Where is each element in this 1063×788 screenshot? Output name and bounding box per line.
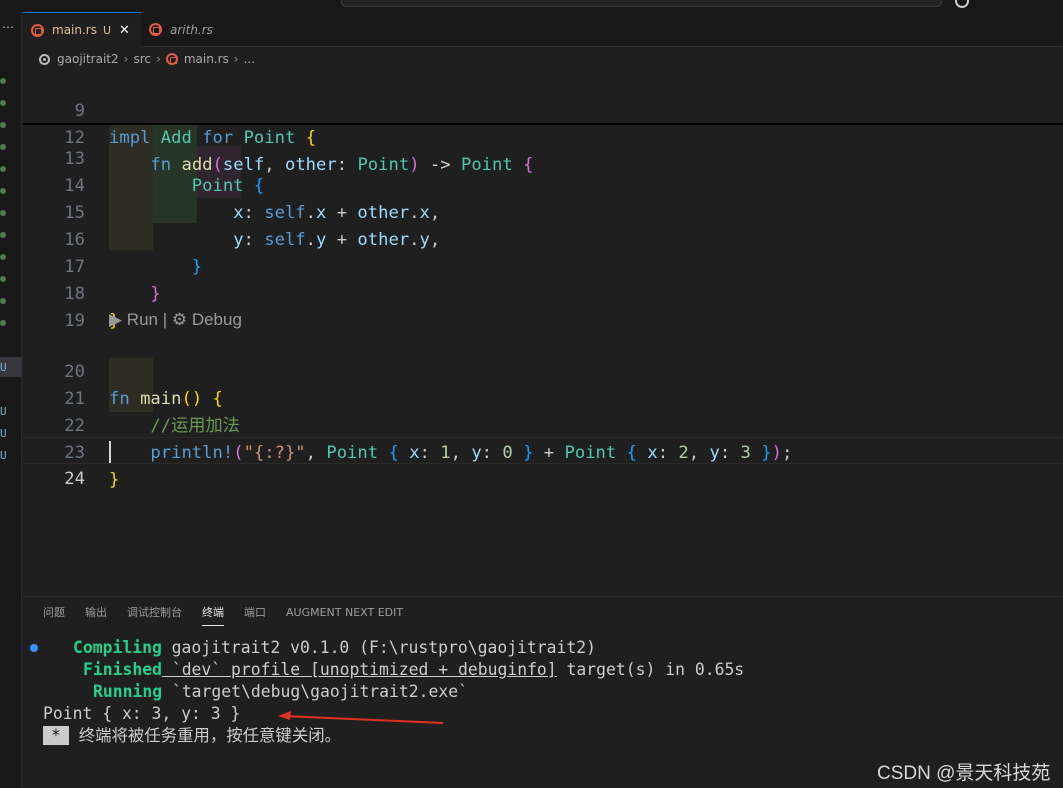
code-text: impl Add for Point { <box>109 128 317 148</box>
close-icon[interactable]: ✕ <box>119 23 130 38</box>
modified-badge: U <box>102 23 112 37</box>
compiling-status: Compiling <box>73 638 162 657</box>
explorer-strip: ⋯ U U U U <box>0 12 22 788</box>
git-status-dot <box>0 122 6 128</box>
tab-label: main.rs <box>52 23 97 37</box>
code-editor[interactable]: 9 impl Add for Point { 12 fn add(self, o… <box>23 71 1063 596</box>
code-text: } <box>109 470 120 490</box>
untracked-badge: U <box>0 449 7 462</box>
code-text: fn add(self, other: Point) -> Point { <box>150 155 534 175</box>
line-number: 24 <box>64 469 85 489</box>
git-status-dot <box>0 276 6 282</box>
tab-ports[interactable]: 端口 <box>244 597 266 629</box>
code-lens: ▶ Run | ⚙ Debug <box>109 308 242 332</box>
account-icon[interactable] <box>955 0 969 8</box>
crate-icon <box>39 53 50 65</box>
prompt-badge: * <box>43 726 69 745</box>
tab-augment-next-edit[interactable]: AUGMENT NEXT EDIT <box>286 597 403 629</box>
terminal-text: target(s) in 0.65s <box>556 660 745 679</box>
title-bar <box>0 0 1063 12</box>
git-status-dot <box>0 232 6 238</box>
git-status-dot <box>0 210 6 216</box>
finished-status: Finished <box>83 660 162 679</box>
terminal-text: 终端将被任务重用，按任意键关闭。 <box>68 726 341 745</box>
code-line: 16 } <box>23 200 1063 277</box>
git-status-dot <box>0 100 6 106</box>
terminal-line: * 终端将被任务重用，按任意键关闭。 <box>43 725 341 747</box>
tab-problems[interactable]: 问题 <box>43 597 65 629</box>
rust-file-icon <box>31 23 44 37</box>
code-line: 23 } <box>23 413 1063 490</box>
untracked-badge: U <box>0 427 7 440</box>
git-status-dot <box>0 254 6 260</box>
breadcrumb: gaojitrait2 › src › main.rs › ... <box>23 47 1063 71</box>
code-line: 19 <box>23 281 1063 331</box>
code-line: 17 } <box>23 227 1063 304</box>
code-line: 18 } <box>23 254 1063 331</box>
debug-codelens[interactable]: ⚙ Debug <box>172 310 242 329</box>
tab-main-rs[interactable]: main.rs U ✕ <box>23 12 141 47</box>
rust-file-icon <box>149 23 162 36</box>
tab-debug-console[interactable]: 调试控制台 <box>127 597 182 629</box>
code-line: 20 fn main() { <box>23 332 1063 409</box>
running-status: Running <box>93 682 163 701</box>
git-status-dot <box>0 144 6 150</box>
git-status-dot <box>0 166 6 172</box>
red-arrow-annotation <box>278 711 444 724</box>
git-status-dot <box>0 78 6 84</box>
tab-terminal[interactable]: 终端 <box>202 597 224 629</box>
tab-output[interactable]: 输出 <box>85 597 107 629</box>
terminal-status-dot <box>30 644 38 652</box>
terminal-text: `dev` profile [unoptimized + debuginfo] <box>161 660 557 679</box>
code-line: 9 impl Add for Point { <box>23 71 1063 148</box>
chevron-right-icon: › <box>233 52 239 66</box>
code-line: 24 <box>23 439 1063 489</box>
terminal-line: Compiling gaojitrait2 v0.1.0 (F:\rustpro… <box>73 637 596 659</box>
line-number: 12 <box>64 128 85 148</box>
code-line: 22 println!("{:?}", Point { x: 1, y: 0 }… <box>23 386 1063 463</box>
chevron-right-icon: › <box>156 52 161 66</box>
breadcrumb-item[interactable]: ... <box>244 52 255 66</box>
tab-label: arith.rs <box>170 22 213 37</box>
untracked-badge: U <box>0 405 7 418</box>
tab-arith-rs[interactable]: arith.rs <box>141 12 251 47</box>
codelens-separator: | <box>157 310 172 329</box>
panel-tabs: 问题 输出 调试控制台 终端 端口 AUGMENT NEXT EDIT <box>43 597 423 629</box>
git-status-dot <box>0 298 6 304</box>
git-status-dot <box>0 188 6 194</box>
program-output: Point { x: 3, y: 3 } <box>43 704 241 723</box>
breadcrumb-item[interactable]: src <box>133 52 151 66</box>
rust-file-icon <box>165 53 178 65</box>
code-line: 12 fn add(self, other: Point) -> Point { <box>23 98 1063 175</box>
text-cursor <box>109 441 111 463</box>
terminal-text: gaojitrait2 v0.1.0 (F:\rustpro\gaojitrai… <box>161 638 597 657</box>
terminal-text: `target\debug\gaojitrait2.exe` <box>162 682 468 701</box>
more-icon[interactable]: ⋯ <box>2 20 14 34</box>
terminal-line: Running `target\debug\gaojitrait2.exe` <box>93 681 468 703</box>
command-center[interactable] <box>341 0 942 7</box>
run-codelens[interactable]: ▶ Run <box>109 310 158 329</box>
chevron-right-icon: › <box>123 52 129 66</box>
code-line: 21 //运用加法 <box>23 359 1063 436</box>
terminal-line: Finished `dev` profile [unoptimized + de… <box>83 659 744 681</box>
editor-tab-bar: main.rs U ✕ arith.rs <box>23 12 1063 47</box>
git-status-dot <box>0 320 6 326</box>
untracked-badge: U <box>0 361 7 374</box>
breadcrumb-item[interactable]: gaojitrait2 <box>57 52 119 66</box>
line-number: 19 <box>64 311 85 331</box>
watermark: CSDN @景天科技苑 <box>877 763 1051 784</box>
sticky-scroll[interactable]: 9 impl Add for Point { 12 fn add(self, o… <box>23 71 1063 175</box>
breadcrumb-item[interactable]: main.rs <box>184 52 229 66</box>
